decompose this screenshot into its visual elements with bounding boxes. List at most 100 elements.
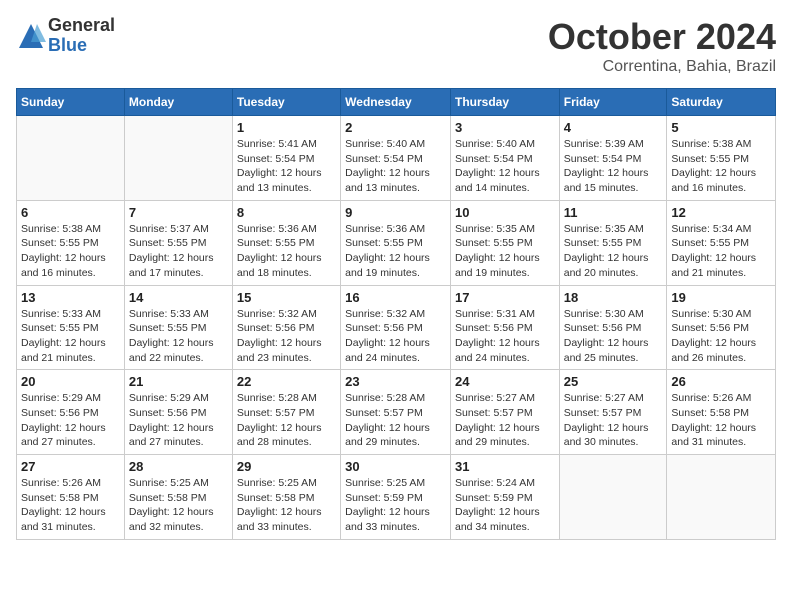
calendar-cell: 31 Sunrise: 5:24 AMSunset: 5:59 PMDayligh…: [450, 455, 559, 540]
calendar-cell: 6 Sunrise: 5:38 AMSunset: 5:55 PMDaylight…: [17, 200, 125, 285]
day-info: Sunrise: 5:30 AMSunset: 5:56 PMDaylight:…: [671, 307, 771, 366]
day-info: Sunrise: 5:40 AMSunset: 5:54 PMDaylight:…: [455, 137, 555, 196]
day-info: Sunrise: 5:29 AMSunset: 5:56 PMDaylight:…: [129, 391, 228, 450]
day-number: 23: [345, 374, 446, 389]
calendar-cell: 13 Sunrise: 5:33 AMSunset: 5:55 PMDayligh…: [17, 285, 125, 370]
day-number: 20: [21, 374, 120, 389]
calendar-cell: 11 Sunrise: 5:35 AMSunset: 5:55 PMDayligh…: [559, 200, 667, 285]
day-number: 12: [671, 205, 771, 220]
calendar-cell: 24 Sunrise: 5:27 AMSunset: 5:57 PMDayligh…: [450, 370, 559, 455]
logo: General Blue: [16, 16, 115, 56]
logo-icon: [16, 21, 46, 51]
day-info: Sunrise: 5:25 AMSunset: 5:59 PMDaylight:…: [345, 476, 446, 535]
day-number: 21: [129, 374, 228, 389]
calendar-cell: 16 Sunrise: 5:32 AMSunset: 5:56 PMDayligh…: [341, 285, 451, 370]
day-number: 3: [455, 120, 555, 135]
day-number: 27: [21, 459, 120, 474]
day-info: Sunrise: 5:39 AMSunset: 5:54 PMDaylight:…: [564, 137, 663, 196]
day-info: Sunrise: 5:35 AMSunset: 5:55 PMDaylight:…: [564, 222, 663, 281]
calendar-cell: 19 Sunrise: 5:30 AMSunset: 5:56 PMDayligh…: [667, 285, 776, 370]
day-number: 11: [564, 205, 663, 220]
day-number: 29: [237, 459, 336, 474]
calendar-cell: 26 Sunrise: 5:26 AMSunset: 5:58 PMDayligh…: [667, 370, 776, 455]
weekday-header-row: SundayMondayTuesdayWednesdayThursdayFrid…: [17, 89, 776, 116]
calendar-cell: 23 Sunrise: 5:28 AMSunset: 5:57 PMDayligh…: [341, 370, 451, 455]
day-info: Sunrise: 5:33 AMSunset: 5:55 PMDaylight:…: [21, 307, 120, 366]
day-info: Sunrise: 5:27 AMSunset: 5:57 PMDaylight:…: [564, 391, 663, 450]
calendar-cell: [667, 455, 776, 540]
week-row-5: 27 Sunrise: 5:26 AMSunset: 5:58 PMDayligh…: [17, 455, 776, 540]
day-number: 25: [564, 374, 663, 389]
calendar-cell: 28Sunrise: 5:25 AMSunset: 5:58 PMDayligh…: [124, 455, 232, 540]
day-info: Sunrise: 5:32 AMSunset: 5:56 PMDaylight:…: [237, 307, 336, 366]
weekday-header-thursday: Thursday: [450, 89, 559, 116]
calendar-cell: 10Sunrise: 5:35 AMSunset: 5:55 PMDayligh…: [450, 200, 559, 285]
day-number: 18: [564, 290, 663, 305]
logo-blue: Blue: [48, 36, 115, 56]
weekday-header-tuesday: Tuesday: [232, 89, 340, 116]
day-info: Sunrise: 5:36 AMSunset: 5:55 PMDaylight:…: [237, 222, 336, 281]
day-info: Sunrise: 5:29 AMSunset: 5:56 PMDaylight:…: [21, 391, 120, 450]
calendar-cell: 17Sunrise: 5:31 AMSunset: 5:56 PMDayligh…: [450, 285, 559, 370]
weekday-header-friday: Friday: [559, 89, 667, 116]
day-info: Sunrise: 5:27 AMSunset: 5:57 PMDaylight:…: [455, 391, 555, 450]
calendar-cell: 22Sunrise: 5:28 AMSunset: 5:57 PMDayligh…: [232, 370, 340, 455]
calendar-cell: 27 Sunrise: 5:26 AMSunset: 5:58 PMDayligh…: [17, 455, 125, 540]
calendar-cell: 1 Sunrise: 5:41 AMSunset: 5:54 PMDaylight…: [232, 116, 340, 201]
day-info: Sunrise: 5:26 AMSunset: 5:58 PMDaylight:…: [21, 476, 120, 535]
day-number: 1: [237, 120, 336, 135]
day-number: 31: [455, 459, 555, 474]
calendar-cell: 7Sunrise: 5:37 AMSunset: 5:55 PMDaylight…: [124, 200, 232, 285]
day-number: 9: [345, 205, 446, 220]
calendar-cell: 8 Sunrise: 5:36 AMSunset: 5:55 PMDaylight…: [232, 200, 340, 285]
calendar-cell: 29Sunrise: 5:25 AMSunset: 5:58 PMDayligh…: [232, 455, 340, 540]
day-number: 26: [671, 374, 771, 389]
calendar-table: SundayMondayTuesdayWednesdayThursdayFrid…: [16, 88, 776, 540]
calendar-cell: 20 Sunrise: 5:29 AMSunset: 5:56 PMDayligh…: [17, 370, 125, 455]
day-number: 22: [237, 374, 336, 389]
calendar-cell: 14Sunrise: 5:33 AMSunset: 5:55 PMDayligh…: [124, 285, 232, 370]
day-info: Sunrise: 5:41 AMSunset: 5:54 PMDaylight:…: [237, 137, 336, 196]
day-info: Sunrise: 5:28 AMSunset: 5:57 PMDaylight:…: [345, 391, 446, 450]
day-number: 19: [671, 290, 771, 305]
week-row-2: 6 Sunrise: 5:38 AMSunset: 5:55 PMDaylight…: [17, 200, 776, 285]
day-number: 6: [21, 205, 120, 220]
day-number: 15: [237, 290, 336, 305]
weekday-header-wednesday: Wednesday: [341, 89, 451, 116]
calendar-cell: 12Sunrise: 5:34 AMSunset: 5:55 PMDayligh…: [667, 200, 776, 285]
day-info: Sunrise: 5:38 AMSunset: 5:55 PMDaylight:…: [21, 222, 120, 281]
calendar-cell: 25 Sunrise: 5:27 AMSunset: 5:57 PMDayligh…: [559, 370, 667, 455]
week-row-4: 20 Sunrise: 5:29 AMSunset: 5:56 PMDayligh…: [17, 370, 776, 455]
day-info: Sunrise: 5:40 AMSunset: 5:54 PMDaylight:…: [345, 137, 446, 196]
day-info: Sunrise: 5:26 AMSunset: 5:58 PMDaylight:…: [671, 391, 771, 450]
day-number: 5: [671, 120, 771, 135]
day-number: 30: [345, 459, 446, 474]
calendar-cell: [559, 455, 667, 540]
calendar-cell: 30 Sunrise: 5:25 AMSunset: 5:59 PMDayligh…: [341, 455, 451, 540]
day-info: Sunrise: 5:25 AMSunset: 5:58 PMDaylight:…: [129, 476, 228, 535]
calendar-cell: 2 Sunrise: 5:40 AMSunset: 5:54 PMDaylight…: [341, 116, 451, 201]
day-number: 16: [345, 290, 446, 305]
calendar-cell: 5 Sunrise: 5:38 AMSunset: 5:55 PMDaylight…: [667, 116, 776, 201]
day-number: 13: [21, 290, 120, 305]
day-number: 2: [345, 120, 446, 135]
day-info: Sunrise: 5:36 AMSunset: 5:55 PMDaylight:…: [345, 222, 446, 281]
day-info: Sunrise: 5:24 AMSunset: 5:59 PMDaylight:…: [455, 476, 555, 535]
week-row-1: 1 Sunrise: 5:41 AMSunset: 5:54 PMDaylight…: [17, 116, 776, 201]
day-info: Sunrise: 5:38 AMSunset: 5:55 PMDaylight:…: [671, 137, 771, 196]
title-block: October 2024 Correntina, Bahia, Brazil: [548, 16, 776, 76]
day-number: 8: [237, 205, 336, 220]
location: Correntina, Bahia, Brazil: [548, 58, 776, 76]
calendar-cell: [124, 116, 232, 201]
calendar-cell: 4Sunrise: 5:39 AMSunset: 5:54 PMDaylight…: [559, 116, 667, 201]
calendar-cell: 18Sunrise: 5:30 AMSunset: 5:56 PMDayligh…: [559, 285, 667, 370]
weekday-header-sunday: Sunday: [17, 89, 125, 116]
calendar-cell: 15 Sunrise: 5:32 AMSunset: 5:56 PMDayligh…: [232, 285, 340, 370]
calendar-cell: [17, 116, 125, 201]
day-number: 24: [455, 374, 555, 389]
day-info: Sunrise: 5:37 AMSunset: 5:55 PMDaylight:…: [129, 222, 228, 281]
day-info: Sunrise: 5:33 AMSunset: 5:55 PMDaylight:…: [129, 307, 228, 366]
week-row-3: 13 Sunrise: 5:33 AMSunset: 5:55 PMDayligh…: [17, 285, 776, 370]
day-info: Sunrise: 5:32 AMSunset: 5:56 PMDaylight:…: [345, 307, 446, 366]
logo-general: General: [48, 16, 115, 36]
